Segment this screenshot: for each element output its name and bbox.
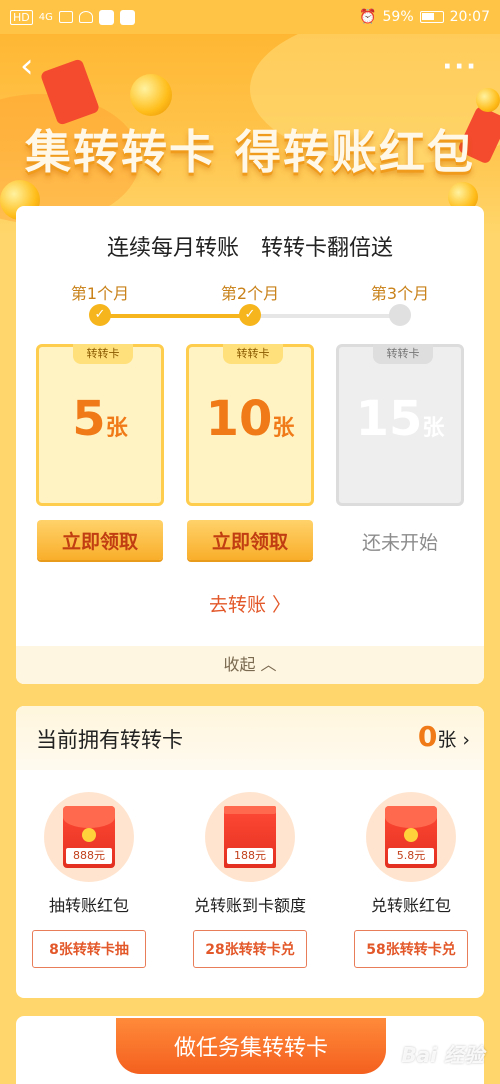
monthly-progress-card: 连续每月转账 转转卡翻倍送 第1个月 第2个月 第3个月 ✓ ✓ 转转卡 5张 … [16,206,484,684]
not-started-label: 还未开始 [361,532,438,554]
envelope-flap [224,806,276,814]
envelope-shape: 5.8元 [385,806,437,868]
owned-cards-panel: 当前拥有转转卡 0张 › 888元 抽转账红包 8张转转卡抽 188元 兑转账到… [16,706,484,998]
battery-percent: 59% [382,9,414,25]
reward-amount: 15张 [339,391,461,447]
go-transfer-link[interactable]: 去转账 〉 [16,590,484,617]
chevron-left-icon: ‹ [20,46,34,86]
month-label: 第3个月 [370,284,430,303]
owned-count-number: 0 [417,720,438,753]
envelope-seal [82,828,96,842]
chevron-right-icon: › [462,729,470,751]
envelope-shape: 888元 [63,806,115,868]
reward-option-draw: 888元 抽转账红包 8张转转卡抽 [24,792,154,968]
task-button[interactable]: 做任务集转转卡 [116,1018,386,1074]
reward-unit: 张 [105,416,128,441]
redeem-redpacket-button[interactable]: 58张转转卡兑 [354,930,468,968]
pending-dot-icon [389,304,411,326]
month-label: 第2个月 [220,284,280,303]
wifi-icon [78,11,93,23]
envelope-price: 188元 [227,848,273,864]
app-notification-icon-2 [119,9,135,25]
month-label: 第1个月 [70,284,130,303]
reward-amount: 10张 [189,391,311,447]
reward-option-redpacket: 5.8元 兑转账红包 58张转转卡兑 [346,792,476,968]
reward-count: 5 [72,391,106,447]
page-title: 集转转卡 得转账红包 [24,125,475,179]
envelope-price: 888元 [66,848,112,864]
battery-icon [419,11,444,23]
coin-decor [476,88,500,112]
redeem-quota-button[interactable]: 28张转转卡兑 [193,930,307,968]
draw-button[interactable]: 8张转转卡抽 [32,930,146,968]
reward-option-quota: 188元 兑转账到卡额度 28张转转卡兑 [185,792,315,968]
envelope-flap [385,806,437,828]
owned-count-unit: 张 [437,729,457,751]
owned-cards-count: 0张 › [418,720,470,753]
envelope-seal [404,828,418,842]
reward-card-month-2: 转转卡 10张 [186,344,314,506]
claim-button-month-2[interactable]: 立即领取 [187,520,313,560]
collapse-toggle[interactable]: 收起 ︿ [16,646,484,684]
envelope-shape: 188元 [224,806,276,868]
progress-line-done [110,314,260,318]
more-dots-icon: ··· [442,52,478,82]
red-envelope-icon: 5.8元 [366,792,456,882]
status-bar: HD 4G ⏰ 59% 20:07 [0,0,500,34]
reward-count: 10 [205,391,273,447]
signal-icon [58,11,73,23]
hero-banner: ‹ ··· 集转转卡 得转账红包 [0,34,500,234]
watermark: Bai 经验 [401,1043,484,1067]
clock: 20:07 [449,9,490,25]
reward-unit: 张 [272,416,295,441]
option-name: 兑转账红包 [370,896,451,915]
more-button[interactable]: ··· [442,54,478,80]
alarm-icon: ⏰ [359,9,377,25]
reward-tag: 转转卡 [73,344,133,364]
owned-cards-header[interactable]: 当前拥有转转卡 0张 › [16,706,484,770]
envelope-price: 5.8元 [388,848,434,864]
reward-count: 15 [355,391,423,447]
red-envelope-icon: 188元 [205,792,295,882]
reward-tag: 转转卡 [223,344,283,364]
check-icon: ✓ [239,304,261,326]
card-title: 连续每月转账 转转卡翻倍送 [106,236,393,261]
reward-tag: 转转卡 [373,344,433,364]
reward-card-month-3: 转转卡 15张 [336,344,464,506]
reward-amount: 5张 [39,391,161,447]
network-type: HD [10,9,33,25]
envelope-flap [63,806,115,828]
option-name: 兑转账到卡额度 [193,896,306,915]
owned-cards-label: 当前拥有转转卡 [36,728,183,752]
option-name: 抽转账红包 [48,896,129,915]
reward-unit: 张 [422,416,445,441]
progress-line-todo [260,314,400,318]
back-button[interactable]: ‹ [20,49,44,83]
coin-decor [130,74,172,116]
signal-label: 4G [38,11,53,23]
check-icon: ✓ [89,304,111,326]
claim-button-month-1[interactable]: 立即领取 [37,520,163,560]
app-notification-icon [98,9,114,25]
red-envelope-icon: 888元 [44,792,134,882]
reward-card-month-1: 转转卡 5张 [36,344,164,506]
